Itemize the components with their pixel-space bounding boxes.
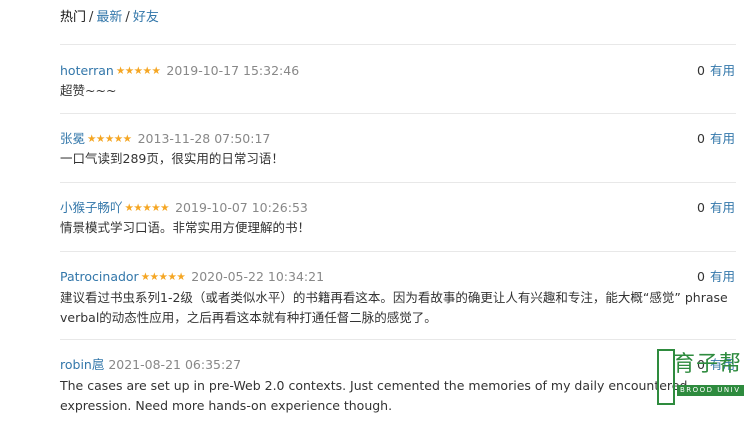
comment-author-link[interactable]: Patrocinador [60, 269, 139, 284]
watermark-subtitle: BROOD UNIV [677, 385, 744, 396]
comment-author-link[interactable]: robin扈 [60, 357, 104, 372]
comment-meta: 小猴子畅吖 ★★★★★ 2019-10-07 10:26:53 [60, 199, 308, 217]
useful-button[interactable]: 有用 [710, 63, 735, 78]
useful-button[interactable]: 有用 [710, 131, 735, 146]
vote-area: 0 有用 [697, 62, 735, 79]
tab-separator: / [89, 10, 94, 25]
comment-author-link[interactable]: 小猴子畅吖 [60, 200, 123, 215]
useful-button[interactable]: 有用 [710, 200, 735, 215]
comment-item: hoterran ★★★★★ 2019-10-17 15:32:46 0 有用 超赞~… [60, 44, 736, 113]
comment-meta: Patrocinador ★★★★★ 2020-05-22 10:34:21 [60, 268, 324, 286]
comment-text: 情景模式学习口语。非常实用方便理解的书！ [60, 220, 311, 235]
comment-item: robin扈 2021-08-21 06:35:27 0 有用 The cases… [60, 339, 736, 436]
comment-item: 小猴子畅吖 ★★★★★ 2019-10-07 10:26:53 0 有用 情景模式学习… [60, 182, 736, 251]
comment-text: 超赞~~~ [60, 83, 117, 98]
tab-separator: / [125, 10, 130, 25]
comment-time: 2019-10-17 15:32:46 [166, 63, 300, 78]
comment-text: 建议看过书虫系列1-2级（或者类似水平）的书籍再看这本。因为看故事的确更让人有兴… [60, 290, 728, 325]
comment-meta: 张冕 ★★★★★ 2013-11-28 07:50:17 [60, 130, 270, 148]
vote-count: 0 [697, 269, 705, 284]
vote-count: 0 [697, 131, 705, 146]
rating-stars-icon: ★★★★★ [87, 133, 132, 145]
tab-hot[interactable]: 热门 [60, 10, 86, 25]
comment-item: 张冕 ★★★★★ 2013-11-28 07:50:17 0 有用 一口气读到289页… [60, 113, 736, 182]
rating-stars-icon: ★★★★★ [124, 202, 170, 214]
rating-stars-icon: ★★★★★ [115, 65, 161, 77]
comment-author-link[interactable]: hoterran [60, 63, 114, 78]
vote-area: 0 有用 [697, 199, 735, 216]
comment-time: 2013-11-28 07:50:17 [137, 131, 271, 146]
comment-meta: robin扈 2021-08-21 06:35:27 [60, 356, 241, 373]
vote-area: 0 有用 [697, 130, 735, 147]
comment-time: 2021-08-21 06:35:27 [108, 357, 242, 372]
vote-count: 0 [697, 200, 705, 215]
watermark-logo: 育子帮 BROOD UNIV [657, 349, 744, 407]
comment-author-link[interactable]: 张冕 [60, 131, 85, 146]
tab-friends[interactable]: 好友 [133, 10, 159, 25]
comment-sort-tabs: 热门 / 最新 / 好友 [60, 9, 159, 27]
comment-time: 2019-10-07 10:26:53 [175, 200, 308, 215]
tab-latest[interactable]: 最新 [96, 10, 122, 25]
comment-text: 一口气读到289页，很实用的日常习语！ [60, 151, 284, 166]
comment-time: 2020-05-22 10:34:21 [191, 269, 325, 284]
vote-count: 0 [697, 63, 705, 78]
watermark-chars: 育子帮 [673, 352, 743, 377]
comment-meta: hoterran ★★★★★ 2019-10-17 15:32:46 [60, 62, 299, 80]
comment-text: The cases are set up in pre-Web 2.0 cont… [60, 378, 688, 413]
useful-button[interactable]: 有用 [710, 269, 735, 284]
vote-area: 0 有用 [697, 268, 735, 285]
comment-item: Patrocinador ★★★★★ 2020-05-22 10:34:21 0 有用… [60, 251, 736, 340]
rating-stars-icon: ★★★★★ [140, 271, 186, 283]
